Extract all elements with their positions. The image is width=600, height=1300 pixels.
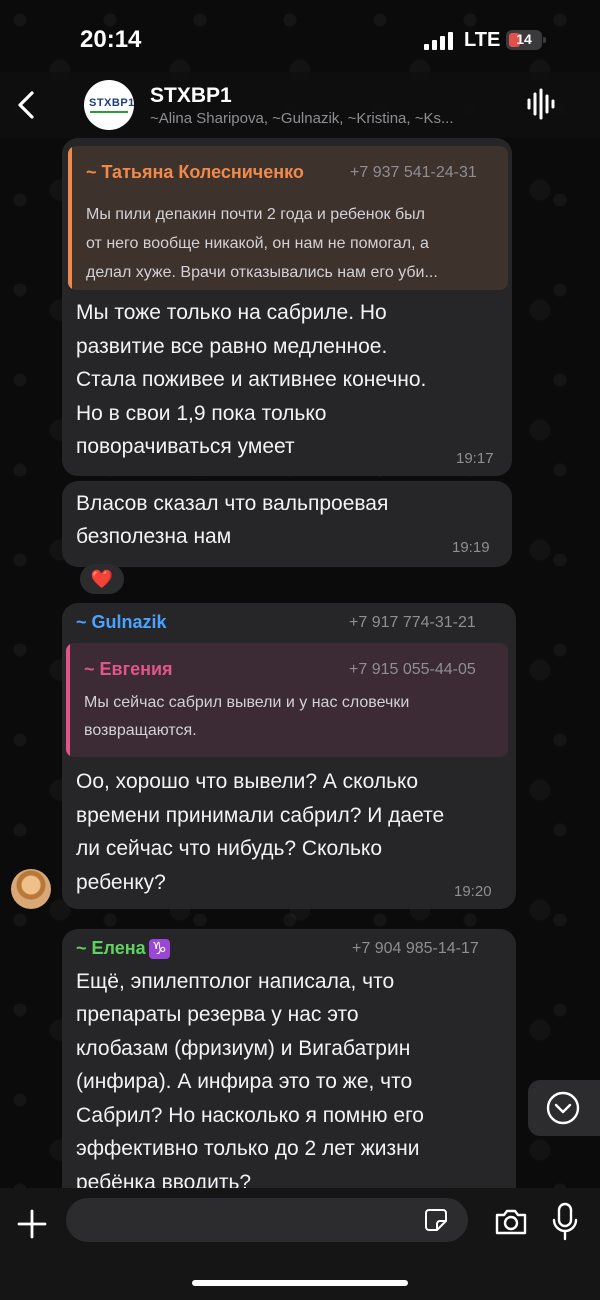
message-time: 19:19 — [452, 539, 490, 556]
message-line: препараты резерва у нас это — [76, 1003, 359, 1026]
message-bubble[interactable]: ~ Gulnazik +7 917 774-31-21 ~ Евгения +7… — [62, 603, 516, 909]
quote-author: ~ Евгения — [84, 659, 173, 679]
quote-line: от него вообще никакой, он нам не помога… — [86, 235, 429, 252]
reply-quote[interactable]: ~ Евгения +7 915 055-44-05 Мы сейчас саб… — [66, 643, 508, 757]
capricorn-emoji-icon: ♑ — [148, 939, 170, 959]
sender-name[interactable]: ~ Gulnazik — [76, 612, 167, 633]
message-line: эффективно только до 2 лет жизни — [76, 1137, 420, 1160]
heart-reaction-icon[interactable]: ❤️ — [80, 564, 124, 594]
message-line: Мы тоже только на сабриле. Но — [76, 301, 387, 324]
message-line: клобазам (фризиум) и Вигабатрин — [76, 1037, 411, 1060]
message-line: (инфира). А инфира это то же, что — [76, 1070, 413, 1093]
message-bubble[interactable]: ~ Елена ♑ +7 904 985-14-17 Ещё, эпилептол… — [62, 929, 516, 1209]
message-line: Власов сказал что вальпроевая — [76, 492, 389, 515]
member-avatar[interactable] — [11, 869, 51, 909]
signal-icon — [424, 32, 454, 50]
message-line: Но в свои 1,9 пока только — [76, 402, 327, 425]
camera-icon[interactable] — [494, 1208, 528, 1236]
message-time: 19:20 — [454, 883, 492, 900]
message-line: времени принимали сабрил? И даете — [76, 804, 445, 827]
message-line: Стала поживее и активнее конечно. — [76, 368, 427, 391]
battery-level: 14 — [516, 31, 532, 47]
back-chevron-icon[interactable] — [14, 90, 40, 120]
group-title[interactable]: STXBP1 — [150, 84, 232, 108]
voice-chat-icon[interactable] — [526, 88, 556, 120]
group-avatar[interactable]: STXBP1 — [84, 80, 134, 130]
sender-phone: +7 917 774-31-21 — [349, 614, 476, 631]
scroll-to-bottom-button[interactable] — [528, 1080, 600, 1136]
quote-line: Мы сейчас сабрил вывели и у нас словечки — [84, 694, 410, 711]
message-line: ли сейчас что нибудь? Сколько — [76, 837, 383, 860]
attach-plus-icon[interactable] — [16, 1208, 48, 1240]
message-line: поворачиваться умеет — [76, 435, 295, 458]
sender-name-text: ~ Елена — [76, 938, 146, 958]
quote-phone: +7 937 541-24-31 — [350, 164, 477, 181]
group-avatar-logo: STXBP1 — [89, 97, 134, 109]
chat-header: STXBP1 STXBP1 ~Alina Sharipova, ~Gulnazi… — [0, 72, 600, 138]
quote-author: ~ Татьяна Колесниченко — [86, 162, 304, 182]
status-bar: 20:14 LTE 14 — [0, 0, 600, 80]
message-line: Оо, хорошо что вывели? А сколько — [76, 770, 419, 793]
microphone-icon[interactable] — [552, 1202, 578, 1242]
quote-line: делал хуже. Врачи отказывались нам его у… — [86, 264, 438, 281]
status-time: 20:14 — [80, 26, 142, 53]
sender-phone: +7 904 985-14-17 — [352, 940, 479, 957]
message-input-bar — [0, 1188, 600, 1300]
home-indicator — [192, 1280, 408, 1286]
quote-phone: +7 915 055-44-05 — [349, 661, 476, 678]
message-line: Ещё, эпилептолог написала, что — [76, 970, 395, 993]
message-line: ребенку? — [76, 871, 166, 894]
message-line: Сабрил? Но насколько я помню его — [76, 1104, 424, 1127]
message-bubble[interactable]: ~ Татьяна Колесниченко +7 937 541-24-31 … — [62, 138, 512, 476]
message-bubble[interactable]: Власов сказал что вальпроевая безполезна… — [62, 481, 512, 567]
group-members[interactable]: ~Alina Sharipova, ~Gulnazik, ~Kristina, … — [150, 110, 510, 127]
quote-line: Мы пили депакин почти 2 года и ребенок б… — [86, 206, 425, 223]
sticker-icon[interactable] — [424, 1208, 448, 1232]
message-line: развитие все равно медленное. — [76, 335, 388, 358]
quote-line: возвращаются. — [84, 722, 197, 739]
reply-quote[interactable]: ~ Татьяна Колесниченко +7 937 541-24-31 … — [68, 146, 508, 290]
message-time: 19:17 — [456, 450, 494, 467]
network-type: LTE — [464, 29, 501, 51]
message-input[interactable] — [66, 1198, 468, 1242]
message-line: безполезна нам — [76, 525, 232, 548]
sender-name[interactable]: ~ Елена ♑ — [76, 938, 170, 959]
battery-icon: 14 — [506, 30, 546, 50]
chevron-down-icon — [546, 1091, 580, 1125]
